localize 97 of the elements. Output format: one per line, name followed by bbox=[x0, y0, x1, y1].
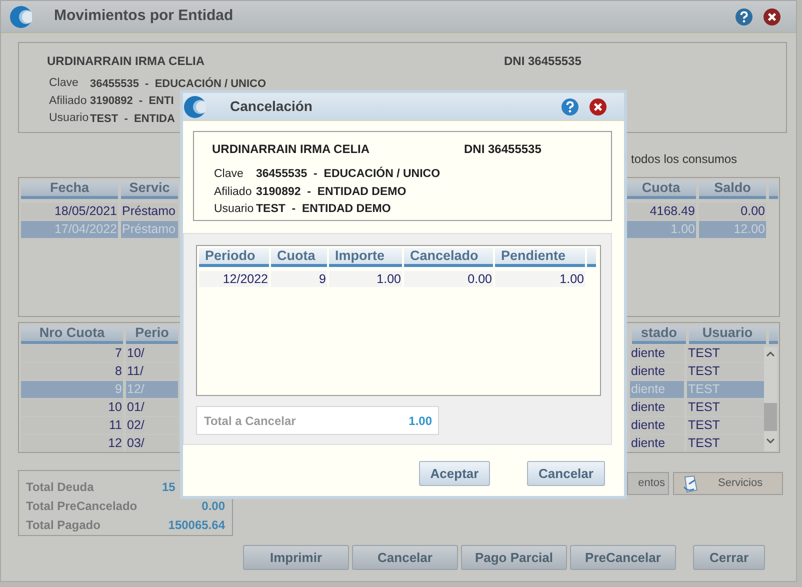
column-header[interactable]: Cuota bbox=[626, 181, 696, 199]
table-cell: TEST bbox=[687, 345, 764, 362]
services-button[interactable]: Servicios bbox=[673, 472, 783, 495]
total-value: 150065.64 bbox=[168, 517, 225, 534]
dni-text: DNI 36455535 bbox=[504, 53, 582, 70]
table-cell: Préstamo bbox=[121, 221, 178, 238]
table-cell: TEST bbox=[687, 381, 764, 398]
field-label: Usuario bbox=[49, 111, 90, 126]
table-cell: 12/ bbox=[126, 381, 178, 398]
button[interactable]: entos bbox=[627, 472, 669, 495]
table-cell: 10 bbox=[21, 399, 123, 416]
table-cell: Préstamo bbox=[121, 203, 178, 220]
total-value: 15 bbox=[162, 478, 176, 496]
table-cell: 9 bbox=[271, 271, 327, 287]
total-label: Total Pagado bbox=[26, 517, 102, 534]
table-cell: 17/04/2022 bbox=[21, 221, 118, 238]
table-cell: diente bbox=[630, 345, 684, 362]
table-cell: diente bbox=[630, 363, 684, 380]
table-cell: TEST bbox=[687, 363, 764, 380]
table-cell: 1.00 bbox=[495, 271, 585, 287]
table-cell: diente bbox=[630, 381, 684, 398]
table-cell: diente bbox=[630, 399, 684, 416]
column-header[interactable]: stado bbox=[632, 326, 686, 344]
table-cell: 1.00 bbox=[329, 271, 402, 287]
table-cell: 02/ bbox=[126, 417, 178, 434]
header-filler bbox=[769, 326, 778, 344]
table-cell: 01/ bbox=[126, 399, 178, 416]
table-cell: 11/ bbox=[126, 363, 178, 380]
column-header[interactable]: Servic bbox=[121, 181, 178, 199]
header-filler bbox=[769, 181, 778, 199]
logo-icon bbox=[10, 6, 32, 28]
table-cell: 11 bbox=[21, 417, 123, 434]
client-name: URDINARRAIN IRMA CELIA bbox=[47, 53, 206, 70]
dni-text: DNI 36455535 bbox=[464, 141, 542, 158]
table-cell: diente bbox=[630, 435, 684, 452]
field-value: 36455535 - EDUCACIÓN / UNICO bbox=[256, 166, 440, 182]
table-cell: 0.00 bbox=[404, 271, 493, 287]
column-header[interactable]: Cuota bbox=[271, 248, 327, 267]
field-label: Afiliado bbox=[49, 94, 88, 109]
close-icon[interactable] bbox=[589, 98, 607, 116]
table-cell: 10/ bbox=[126, 345, 178, 362]
total-label: Total a Cancelar bbox=[204, 412, 296, 430]
help-icon[interactable] bbox=[561, 98, 579, 116]
table-cell: 03/ bbox=[126, 435, 178, 452]
client-name: URDINARRAIN IRMA CELIA bbox=[212, 141, 371, 158]
table-cell: 18/05/2021 bbox=[21, 203, 118, 220]
table-cell: 4168.49 bbox=[626, 203, 696, 220]
field-label: Afiliado bbox=[214, 184, 253, 200]
button[interactable]: Cerrar bbox=[693, 545, 765, 570]
column-header[interactable]: Saldo bbox=[699, 181, 766, 199]
table-cell: 1.00 bbox=[626, 221, 696, 238]
column-header[interactable]: Usuario bbox=[689, 326, 766, 344]
button[interactable]: Cancelar bbox=[527, 461, 605, 486]
field-label: Usuario bbox=[214, 202, 255, 218]
field-value: 3190892 - ENTI bbox=[90, 94, 174, 109]
table-cell: 9 bbox=[21, 381, 123, 398]
help-icon[interactable] bbox=[735, 8, 753, 26]
close-icon[interactable] bbox=[763, 8, 781, 26]
total-value: 0.00 bbox=[202, 498, 225, 515]
table-cell: TEST bbox=[687, 399, 764, 416]
field-label: Clave bbox=[49, 76, 80, 92]
table-cell: TEST bbox=[687, 417, 764, 434]
button[interactable]: Aceptar bbox=[419, 461, 490, 486]
field-value: 3190892 - ENTIDAD DEMO bbox=[256, 184, 406, 200]
logo-icon bbox=[184, 96, 206, 118]
table-cell: diente bbox=[630, 417, 684, 434]
document-icon bbox=[682, 474, 700, 492]
column-header[interactable]: Cancelado bbox=[404, 248, 493, 267]
table-cell: 12 bbox=[21, 435, 123, 452]
button[interactable]: Cancelar bbox=[352, 545, 458, 570]
table-cell: TEST bbox=[687, 435, 764, 452]
window-title: Movimientos por Entidad bbox=[54, 6, 234, 26]
column-header[interactable]: Periodo bbox=[199, 248, 269, 267]
field-label: Clave bbox=[214, 167, 244, 182]
field-value: 36455535 - EDUCACIÓN / UNICO bbox=[90, 76, 266, 92]
total-label: Total Deuda bbox=[26, 478, 95, 496]
table-cell: 0.00 bbox=[699, 203, 766, 220]
filter-label: todos los consumos bbox=[631, 151, 738, 168]
total-label: Total PreCancelado bbox=[26, 498, 138, 515]
dialog-title: Cancelación bbox=[230, 97, 312, 116]
table-cell: 8 bbox=[21, 363, 123, 380]
field-value: TEST - ENTIDA bbox=[90, 112, 175, 126]
table-cell: 12/2022 bbox=[199, 271, 269, 287]
scrollbar[interactable] bbox=[764, 347, 777, 451]
column-header[interactable]: Nro Cuota bbox=[21, 326, 123, 344]
total-value: 1.00 bbox=[408, 412, 432, 430]
column-header[interactable]: Fecha bbox=[21, 181, 118, 199]
column-header[interactable]: Importe bbox=[329, 248, 402, 267]
button[interactable]: PreCancelar bbox=[570, 545, 676, 570]
header-filler bbox=[587, 248, 596, 267]
table-cell: 12.00 bbox=[699, 221, 766, 238]
table-cell: 7 bbox=[21, 345, 123, 362]
column-header[interactable]: Perio bbox=[126, 326, 178, 344]
button[interactable]: Imprimir bbox=[243, 545, 349, 570]
column-header[interactable]: Pendiente bbox=[495, 248, 585, 267]
button[interactable]: Pago Parcial bbox=[461, 545, 567, 570]
field-value: TEST - ENTIDAD DEMO bbox=[256, 202, 391, 218]
